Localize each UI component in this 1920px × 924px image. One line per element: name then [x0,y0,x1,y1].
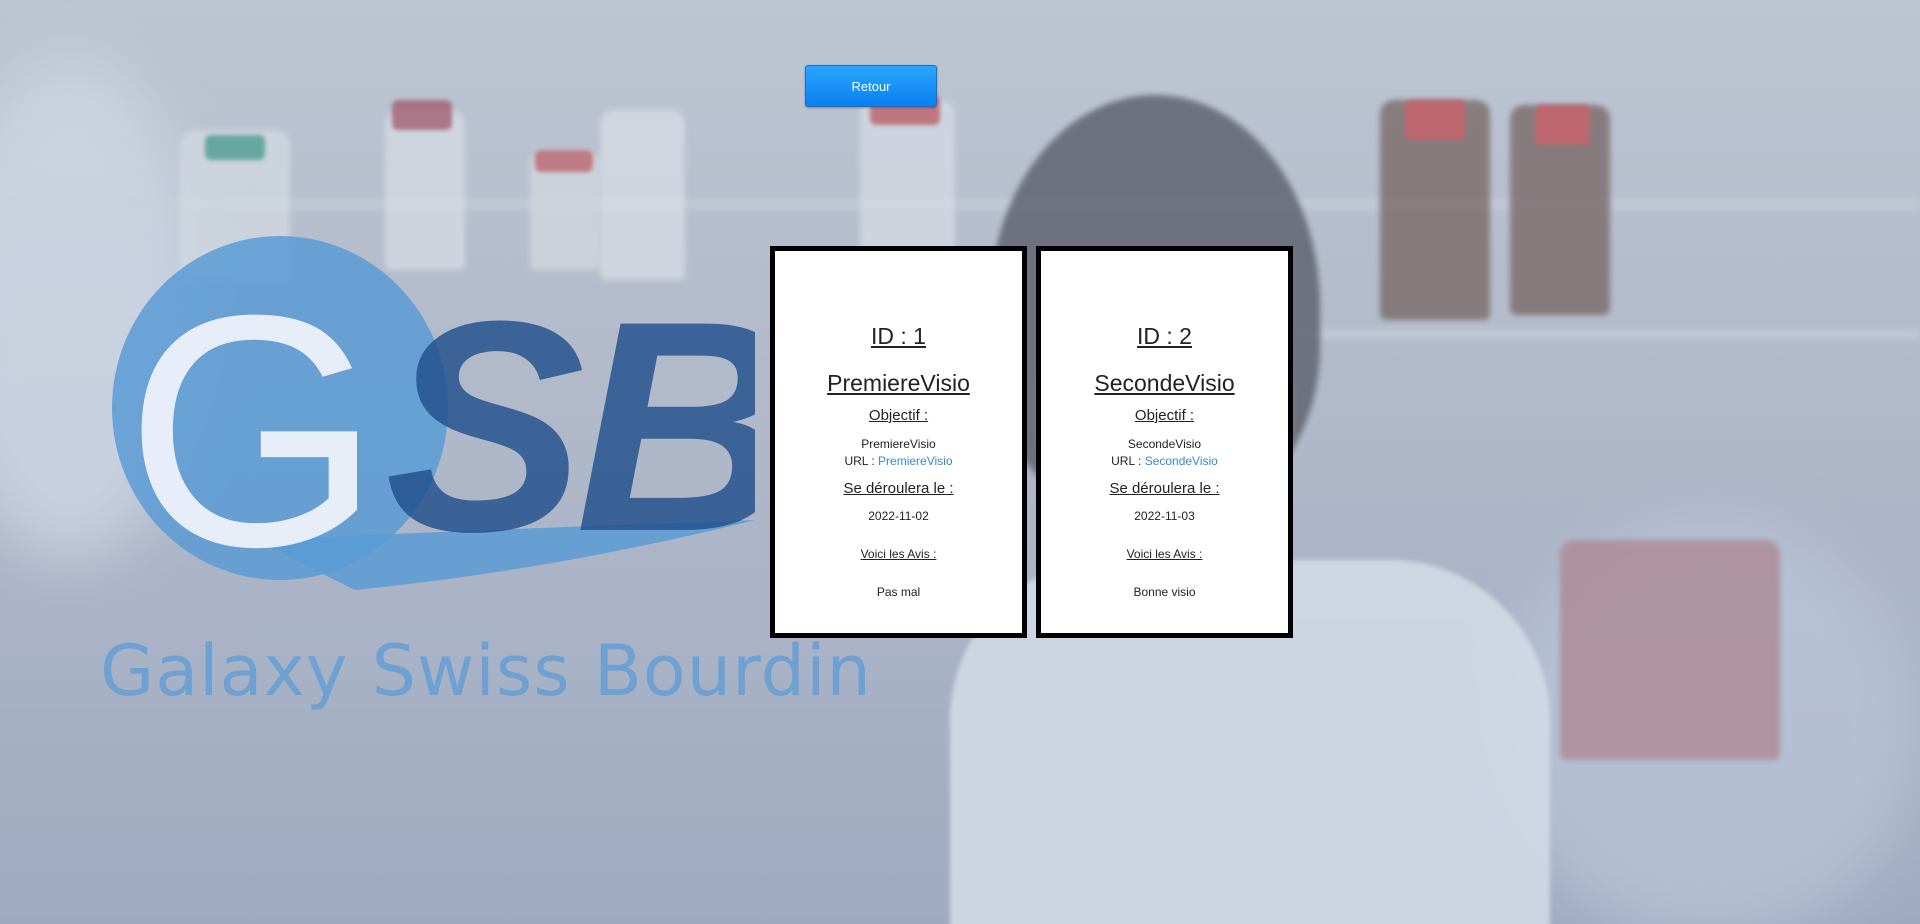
date-label: Se déroulera le : [1109,480,1220,497]
objectif-label: Objectif : [868,407,929,424]
visio-date: 2022-11-03 [1134,509,1195,523]
visio-url-link[interactable]: PremiereVisio [878,454,952,468]
visio-title: SecondeVisio [1094,370,1235,396]
avis-label: Voici les Avis : [860,547,937,561]
visio-id: ID : 1 [871,323,926,349]
logo-subtitle: Galaxy Swiss Bourdin [100,630,872,712]
avis-text: Pas mal [876,585,921,599]
date-label: Se déroulera le : [843,480,954,497]
svg-text:G: G [125,246,382,615]
objectif-value: PremiereVisio [861,437,936,451]
retour-button[interactable]: Retour [805,65,937,107]
objectif-value: SecondeVisio [1127,437,1202,451]
avis-text: Bonne visio [1133,585,1196,599]
visio-date: 2022-11-02 [868,509,929,523]
objectif-label: Objectif : [1134,407,1195,424]
url-label: URL : [1111,454,1145,468]
url-row: URL : SecondeVisio [1111,453,1218,470]
visio-url-link[interactable]: SecondeVisio [1145,454,1218,468]
visio-list: ID : 1 PremiereVisio Objectif : Premiere… [770,246,1293,638]
visio-title: PremiereVisio [827,370,970,396]
visio-card: ID : 1 PremiereVisio Objectif : Premiere… [770,246,1027,638]
url-label: URL : [844,454,879,468]
url-row: URL : PremiereVisio [844,453,952,470]
visio-card: ID : 2 SecondeVisio Objectif : SecondeVi… [1036,246,1293,638]
visio-id: ID : 2 [1137,323,1192,349]
avis-label: Voici les Avis : [1126,547,1203,561]
svg-text:SB: SB [385,258,755,594]
